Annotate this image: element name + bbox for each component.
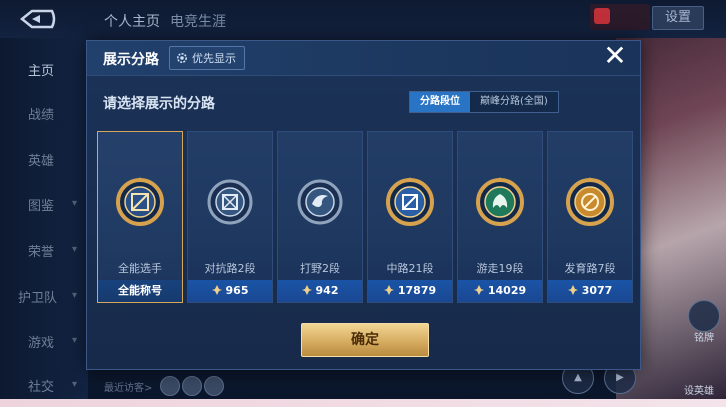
rank-points-icon (473, 285, 484, 295)
lane-card-name: 打野2段 (300, 262, 340, 275)
lane-card-footer: 942 (278, 280, 362, 302)
close-icon[interactable]: ✕ (600, 41, 630, 71)
settings-button[interactable]: 设置 (652, 6, 704, 30)
avatar[interactable] (204, 376, 224, 396)
chevron-down-icon: ▾ (72, 290, 78, 301)
rank-points-icon (211, 285, 222, 295)
chevron-down-icon: ▾ (72, 198, 78, 209)
avatar[interactable] (182, 376, 202, 396)
lane-card-footer: 965 (188, 280, 272, 302)
dialog-header: 展示分路 优先显示 ✕ (87, 41, 640, 76)
lane-display-dialog: 展示分路 优先显示 ✕ 请选择展示的分路 分路段位 巅峰分路(全国) 全能选手 … (86, 40, 641, 370)
lane-card-list: 全能选手 全能称号 对抗路2段 965 打野2段 942 中路21段 17879… (97, 131, 633, 303)
confirm-button[interactable]: 确定 (301, 323, 429, 357)
sidebar: 主页 战绩 英雄 图鉴 荣誉 护卫队 游戏 社交 ▾ ▾ ▾ ▾ ▾ (0, 38, 88, 407)
rank-points-value: 965 (225, 284, 249, 297)
lane-card-name: 中路21段 (386, 262, 434, 275)
rank-points-value: 14029 (487, 284, 527, 297)
recent-visitors-label[interactable]: 最近访客> (104, 379, 152, 394)
sidebar-item-honor[interactable]: 荣誉 (28, 241, 54, 260)
gear-icon (177, 53, 187, 63)
mid-lane-emblem-icon (386, 177, 434, 226)
roam-emblem-icon (476, 177, 524, 226)
lane-card-footer: 3077 (548, 280, 632, 302)
nameplate-icon[interactable] (688, 300, 720, 332)
lane-card-all-round[interactable]: 全能选手 全能称号 (97, 131, 183, 303)
rank-points-value: 3077 (581, 284, 613, 297)
sidebar-item-home[interactable]: 主页 (28, 60, 54, 79)
farm-lane-emblem-icon (566, 177, 614, 226)
sidebar-item-codex[interactable]: 图鉴 (28, 195, 54, 214)
chevron-down-icon: ▾ (72, 244, 78, 255)
chevron-down-icon: ▾ (72, 379, 78, 390)
select-lane-prompt: 请选择展示的分路 (103, 96, 215, 112)
rank-points-icon (301, 285, 312, 295)
sidebar-item-record[interactable]: 战绩 (28, 104, 54, 123)
tab-lane-rank[interactable]: 分路段位 (410, 92, 470, 112)
top-bar: 个人主页 电竞生涯 设置 (0, 0, 726, 38)
nameplate-label: 铭牌 (694, 333, 714, 344)
lane-card-mid[interactable]: 中路21段 17879 (367, 131, 453, 303)
lane-card-name: 全能选手 (118, 262, 162, 275)
sidebar-item-heroes[interactable]: 英雄 (28, 150, 54, 169)
lane-card-name: 对抗路2段 (204, 262, 256, 275)
sidebar-item-guard-team[interactable]: 护卫队 (18, 287, 57, 306)
tab-personal-home[interactable]: 个人主页 (104, 11, 160, 31)
avatar[interactable] (160, 376, 180, 396)
lane-mode-tabs: 分路段位 巅峰分路(全国) (409, 91, 559, 113)
rank-points-icon (567, 285, 578, 295)
player-banner[interactable] (590, 4, 650, 30)
priority-display-button[interactable]: 优先显示 (169, 46, 245, 70)
jungle-emblem-icon (297, 179, 343, 225)
bottom-decor-bar (0, 399, 726, 407)
sidebar-item-games[interactable]: 游戏 (28, 332, 54, 351)
rank-points-value: 17879 (397, 284, 437, 297)
set-hero-label[interactable]: 设英雄 (684, 382, 714, 397)
back-logo-icon[interactable] (18, 8, 58, 30)
lane-card-jungle[interactable]: 打野2段 942 (277, 131, 363, 303)
dialog-title: 展示分路 (103, 52, 159, 68)
tab-peak-lane-national[interactable]: 巅峰分路(全国) (470, 92, 558, 112)
lane-card-farm[interactable]: 发育路7段 3077 (547, 131, 633, 303)
chevron-down-icon: ▾ (72, 335, 78, 346)
lane-card-name: 游走19段 (476, 262, 524, 275)
lane-card-roam[interactable]: 游走19段 14029 (457, 131, 543, 303)
tab-esports-career[interactable]: 电竞生涯 (170, 11, 226, 31)
lane-card-footer: 全能称号 (98, 280, 182, 302)
lane-card-name: 发育路7段 (564, 262, 616, 275)
rank-points-value: 942 (315, 284, 339, 297)
priority-display-label: 优先显示 (192, 52, 236, 65)
team-logo-icon (594, 8, 610, 24)
rank-points-icon (383, 285, 394, 295)
recent-visitors-strip: 最近访客> (88, 372, 588, 398)
sidebar-item-social[interactable]: 社交 (28, 376, 54, 395)
lane-card-clash[interactable]: 对抗路2段 965 (187, 131, 273, 303)
all-round-emblem-icon (116, 177, 164, 226)
clash-lane-emblem-icon (207, 179, 253, 225)
lane-card-footer: 14029 (458, 280, 542, 302)
lane-card-footer: 17879 (368, 280, 452, 302)
